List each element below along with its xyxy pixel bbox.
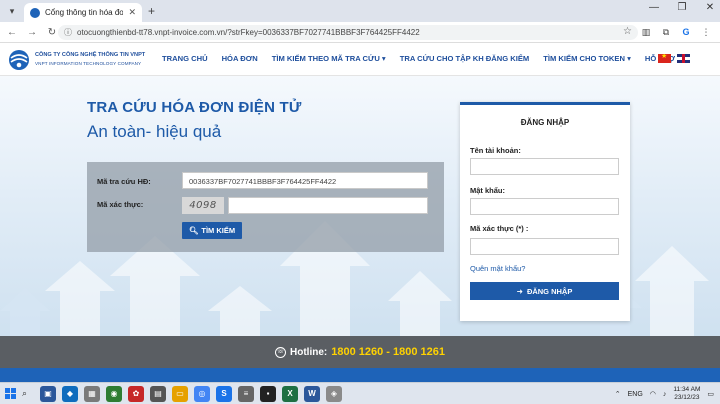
nav-search-by-code[interactable]: TÌM KIẾM THEO MÃ TRA CỨU ▾: [272, 54, 386, 63]
system-tray: ⌃ ENG ◠ ♪ 11:34 AM 23/12/23 ▭: [615, 386, 714, 402]
main-nav: TRANG CHỦ HÓA ĐƠN TÌM KIẾM THEO MÃ TRA C…: [162, 54, 695, 63]
app-misc-icon[interactable]: ◈: [326, 386, 342, 402]
taskbar-search-icon[interactable]: ⌕: [22, 388, 27, 399]
favicon-icon: [30, 7, 40, 18]
apps-icon[interactable]: ▦: [84, 386, 100, 402]
terminal-icon[interactable]: ▪: [260, 386, 276, 402]
notification-icon[interactable]: ▭: [707, 390, 714, 398]
windows-taskbar: ⌕ ▣ ◆ ▦ ◉ ✿ ▤ ▭ ◎ S ≡ ▪ X W ◈ ⌃ ENG ◠ ♪ …: [0, 382, 720, 404]
chrome-icon[interactable]: ◎: [194, 386, 210, 402]
search-icon: 🔍︎: [188, 226, 199, 235]
hotline-label: Hotline:: [290, 346, 328, 358]
username-label: Tên tài khoản:: [470, 146, 521, 155]
login-captcha-label: Mã xác thực (*) :: [470, 224, 529, 233]
excel-icon[interactable]: X: [282, 386, 298, 402]
start-button-icon[interactable]: [5, 388, 16, 399]
maximize-icon[interactable]: ❐: [676, 2, 688, 13]
nav-inspection-lookup[interactable]: TRA CỨU CHO TẬP KH ĐĂNG KIỂM: [400, 54, 530, 63]
new-tab-icon[interactable]: +: [148, 4, 155, 18]
word-icon[interactable]: W: [304, 386, 320, 402]
invoice-lookup-panel: Mã tra cứu HĐ: 0036337BF7027741BBBF3F764…: [87, 162, 444, 252]
clock-date: 23/12/23: [674, 394, 700, 401]
vietnamese-flag-icon[interactable]: [658, 54, 671, 63]
lookup-captcha-input[interactable]: [228, 197, 428, 214]
login-captcha-input[interactable]: [470, 238, 619, 255]
sign-in-icon: ➜: [516, 286, 523, 296]
lookup-code-value: 0036337BF7027741BBBF3F764425FF4422: [189, 177, 337, 186]
tray-chevron-icon[interactable]: ⌃: [615, 390, 621, 398]
bookmark-star-icon[interactable]: ☆: [623, 26, 632, 37]
hero-title: TRA CỨU HÓA ĐƠN ĐIỆN TỬ: [87, 99, 302, 116]
extensions-area: ▥ ⧉ G ⋮: [640, 25, 712, 39]
address-bar-row: ← → ↻ ⓘ otocuongthienbd-tt78.vnpt-invoic…: [0, 22, 720, 43]
back-icon[interactable]: ←: [4, 27, 20, 38]
clock-time: 11:34 AM: [673, 386, 701, 393]
login-panel: ĐĂNG NHẬP Tên tài khoản: Mật khẩu: Mã xá…: [460, 102, 630, 321]
lookup-captcha-image: 4098: [182, 197, 224, 214]
taskbar-apps: ▣ ◆ ▦ ◉ ✿ ▤ ▭ ◎ S ≡ ▪ X W ◈: [40, 386, 342, 402]
username-input[interactable]: [470, 158, 619, 175]
dropbox-icon[interactable]: ◆: [62, 386, 78, 402]
database-icon[interactable]: ≡: [238, 386, 254, 402]
nav-home[interactable]: TRANG CHỦ: [162, 54, 208, 63]
search-button[interactable]: 🔍︎ TÌM KIẾM: [182, 222, 242, 239]
browser-tab-active[interactable]: Cổng thông tin hóa đơn ✕: [24, 3, 142, 22]
english-flag-icon[interactable]: [677, 54, 690, 63]
hotline-numbers: 1800 1260 - 1800 1261: [331, 346, 445, 358]
forgot-password-link[interactable]: Quên mật khẩu?: [470, 264, 525, 273]
clock[interactable]: 11:34 AM 23/12/23: [673, 386, 700, 402]
site-info-icon[interactable]: ⓘ: [64, 27, 72, 38]
file-explorer-icon[interactable]: ▭: [172, 386, 188, 402]
vnpt-logo[interactable]: CÔNG TY CÔNG NGHỆ THÔNG TIN VNPT VNPT IN…: [8, 49, 158, 71]
login-button-label: ĐĂNG NHẬP: [526, 286, 573, 296]
forward-icon[interactable]: →: [24, 27, 40, 38]
footer-blue-bar: [0, 368, 720, 382]
app-red-icon[interactable]: ✿: [128, 386, 144, 402]
search-button-label: TÌM KIẾM: [201, 226, 236, 235]
login-button[interactable]: ➜ ĐĂNG NHẬP: [470, 282, 619, 300]
window-controls: — ❐ ✕: [648, 2, 716, 13]
url-field[interactable]: ⓘ otocuongthienbd-tt78.vnpt-invoice.com.…: [58, 25, 638, 40]
vnpt-logo-icon: [9, 50, 29, 70]
lookup-captcha-label: Mã xác thực:: [97, 200, 144, 209]
lookup-code-input[interactable]: 0036337BF7027741BBBF3F764425FF4422: [182, 172, 428, 189]
menu-dots-icon[interactable]: ⋮: [700, 25, 712, 39]
hero-section: TRA CỨU HÓA ĐƠN ĐIỆN TỬ An toàn- hiệu qu…: [0, 76, 720, 336]
lookup-code-label: Mã tra cứu HĐ:: [97, 177, 151, 186]
app-gray-icon[interactable]: ▤: [150, 386, 166, 402]
skype-icon[interactable]: S: [216, 386, 232, 402]
phone-icon: ☏: [275, 346, 286, 358]
language-indicator[interactable]: ENG: [628, 391, 643, 398]
logo-company-name: CÔNG TY CÔNG NGHỆ THÔNG TIN VNPT: [35, 52, 146, 58]
app-green-icon[interactable]: ◉: [106, 386, 122, 402]
google-account-icon[interactable]: G: [680, 25, 692, 39]
nav-invoice[interactable]: HÓA ĐƠN: [222, 54, 258, 63]
tab-search-icon[interactable]: ▾: [6, 5, 18, 17]
browser-tab-bar: ▾ Cổng thông tin hóa đơn ✕ + — ❐ ✕: [0, 0, 720, 22]
password-input[interactable]: [470, 198, 619, 215]
url-text: otocuongthienbd-tt78.vnpt-invoice.com.vn…: [77, 28, 420, 37]
language-flags: [658, 54, 690, 63]
tab-close-icon[interactable]: ✕: [128, 7, 136, 18]
nav-token-search[interactable]: TÌM KIẾM CHO TOKEN ▾: [543, 54, 631, 63]
login-title: ĐĂNG NHẬP: [520, 118, 570, 127]
extension-icon[interactable]: ⧉: [660, 25, 672, 39]
hotline-bar: ☏ Hotline: 1800 1260 - 1800 1261: [0, 336, 720, 368]
password-label: Mật khẩu:: [470, 186, 506, 195]
minimize-icon[interactable]: —: [648, 2, 660, 13]
site-header: CÔNG TY CÔNG NGHỆ THÔNG TIN VNPT VNPT IN…: [0, 43, 720, 76]
close-window-icon[interactable]: ✕: [704, 2, 716, 13]
logo-company-name-en: VNPT INFORMATION TECHNOLOGY COMPANY: [35, 61, 142, 66]
volume-icon[interactable]: ♪: [663, 391, 667, 398]
tab-title: Cổng thông tin hóa đơn: [45, 8, 124, 17]
task-view-icon[interactable]: ▣: [40, 386, 56, 402]
reading-mode-icon[interactable]: ▥: [640, 25, 652, 39]
hero-subtitle: An toàn- hiệu quả: [87, 122, 222, 141]
wifi-icon[interactable]: ◠: [650, 390, 656, 398]
